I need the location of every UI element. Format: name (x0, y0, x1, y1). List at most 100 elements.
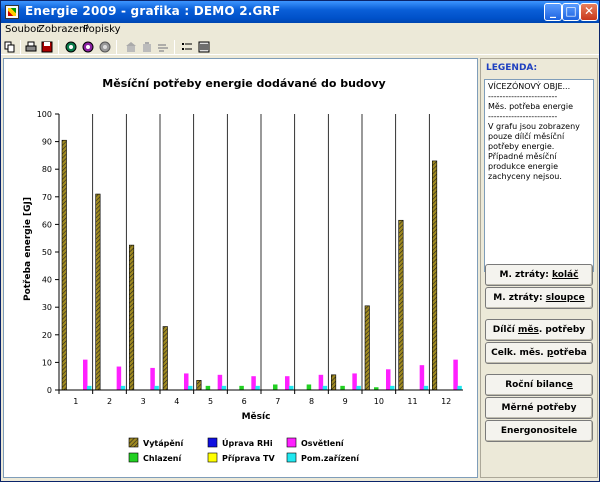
menu-zobrazeni[interactable]: Zobrazení (38, 24, 88, 35)
bar-appliances (356, 385, 361, 390)
bar-heating (398, 219, 404, 391)
toolbar (1, 39, 599, 55)
window-title: Energie 2009 - grafika : DEMO 2.GRF (25, 4, 281, 18)
legend-line: Případné měsíční produkce energie zachyc… (488, 152, 562, 181)
wind-icon[interactable] (157, 41, 169, 53)
total-monthly-need-button[interactable]: Celk. měs. potřeba (485, 342, 593, 364)
bar-appliances (221, 385, 227, 390)
bar-heating (95, 193, 101, 391)
legend-line: Měs. potřeba energie (488, 102, 574, 111)
legend-swatch (286, 452, 297, 463)
bar-cooling (205, 385, 211, 390)
legend-line: VÍCEZÓNOVÝ OBJE... (488, 82, 571, 91)
x-tick-label: 3 (141, 397, 146, 406)
graph-3-icon[interactable] (99, 41, 111, 53)
legend-label: Vytápění (143, 438, 184, 448)
building-1-icon[interactable] (125, 41, 137, 53)
maximize-button[interactable]: □ (562, 3, 580, 21)
bar-appliances (188, 385, 193, 390)
menu-soubor[interactable]: Soubor (5, 24, 40, 35)
monthly-losses-columns-button[interactable]: M. ztráty: sloupce (485, 287, 593, 309)
title-bar[interactable]: Energie 2009 - grafika : DEMO 2.GRF _ □ … (1, 1, 599, 23)
partial-monthly-needs-button[interactable]: Dílčí měs. potřeby (485, 319, 593, 341)
legend-swatch (207, 437, 218, 448)
x-tick-label: 5 (208, 397, 213, 406)
y-tick-label: 40 (42, 276, 52, 285)
building-2-icon[interactable] (141, 41, 153, 53)
legend-label: Osvětlení (301, 438, 345, 448)
y-tick-label: 80 (42, 165, 52, 174)
bar-heating (162, 326, 168, 391)
legend-label: Pom.zařízení (301, 454, 360, 463)
legend-text-box[interactable]: VÍCEZÓNOVÝ OBJE... ---------------------… (484, 79, 594, 272)
app-icon[interactable] (5, 5, 19, 19)
legend-label: Příprava TV (222, 454, 275, 463)
toolbar-separator (116, 40, 117, 54)
x-tick-label: 1 (73, 397, 78, 406)
y-tick-label: 10 (42, 358, 52, 367)
x-tick-label: 10 (374, 397, 384, 406)
monthly-losses-pie-button[interactable]: M. ztráty: koláč (485, 264, 593, 286)
copy-icon[interactable] (4, 41, 16, 53)
x-tick-label: 12 (441, 397, 451, 406)
toolbar-separator (174, 40, 175, 54)
close-button[interactable]: ✕ (580, 3, 598, 21)
bar-cooling (273, 384, 278, 390)
x-tick-label: 4 (174, 397, 179, 406)
y-axis-label: Potřeba energie [GJ] (23, 197, 33, 301)
bar-lighting (217, 374, 223, 390)
bar-heating (196, 380, 202, 391)
legend-line: ------------------------ (488, 112, 558, 121)
bar-appliances (120, 385, 126, 390)
bar-cooling (239, 385, 244, 390)
toolbar-separator (20, 40, 21, 54)
energy-bar-chart: Měsíční potřeby energie dodávané do budo… (23, 77, 463, 463)
print-icon[interactable] (25, 41, 37, 53)
y-tick-label: 70 (42, 193, 52, 202)
x-tick-label: 2 (107, 397, 112, 406)
graph-2-icon[interactable] (82, 41, 94, 53)
legend-swatch (128, 437, 139, 448)
legend-swatch (207, 452, 218, 463)
bar-lighting (285, 376, 290, 390)
lines-icon[interactable] (198, 41, 210, 53)
x-tick-label: 8 (309, 397, 314, 406)
save-icon[interactable] (41, 41, 53, 53)
legend-swatch (128, 452, 139, 463)
menu-popisky[interactable]: Popisky (83, 24, 120, 35)
graph-1-icon[interactable] (65, 41, 77, 53)
specific-needs-button[interactable]: Měrné potřeby (485, 397, 593, 419)
bar-heating (129, 244, 135, 391)
bar-lighting (352, 373, 357, 390)
bar-lighting (116, 366, 122, 390)
legend-line: V grafu jsou zobrazeny pouze dílčí měsíč… (488, 122, 583, 151)
bar-lighting (318, 374, 324, 390)
legend-panel-title: LEGENDA: (486, 63, 538, 73)
y-tick-label: 100 (37, 110, 52, 119)
x-tick-label: 6 (242, 397, 247, 406)
list-icon[interactable] (181, 41, 193, 53)
legend-line: ------------------------ (488, 92, 558, 101)
bar-lighting (386, 369, 391, 390)
energy-carriers-button[interactable]: Energonositele (485, 420, 593, 442)
chart-panel: Měsíční potřeby energie dodávané do budo… (3, 58, 478, 478)
minimize-button[interactable]: _ (544, 3, 562, 21)
bar-cooling (340, 385, 345, 390)
bar-lighting (251, 376, 256, 390)
bar-heating (432, 160, 438, 391)
x-tick-label: 9 (343, 397, 348, 406)
bar-appliances (457, 385, 462, 390)
annual-balance-button[interactable]: Roční bilance (485, 374, 593, 396)
bar-appliances (87, 385, 92, 390)
y-tick-label: 20 (42, 331, 52, 340)
bar-lighting (83, 359, 88, 390)
bar-appliances (289, 385, 294, 390)
bar-appliances (423, 385, 429, 390)
bar-appliances (154, 385, 159, 390)
bar-appliances (255, 385, 260, 390)
legend-label: Úprava RHi (222, 437, 273, 448)
bar-heating (364, 305, 370, 391)
legend-label: Chlazení (143, 454, 182, 463)
y-tick-label: 90 (42, 138, 52, 147)
x-tick-label: 11 (407, 397, 417, 406)
